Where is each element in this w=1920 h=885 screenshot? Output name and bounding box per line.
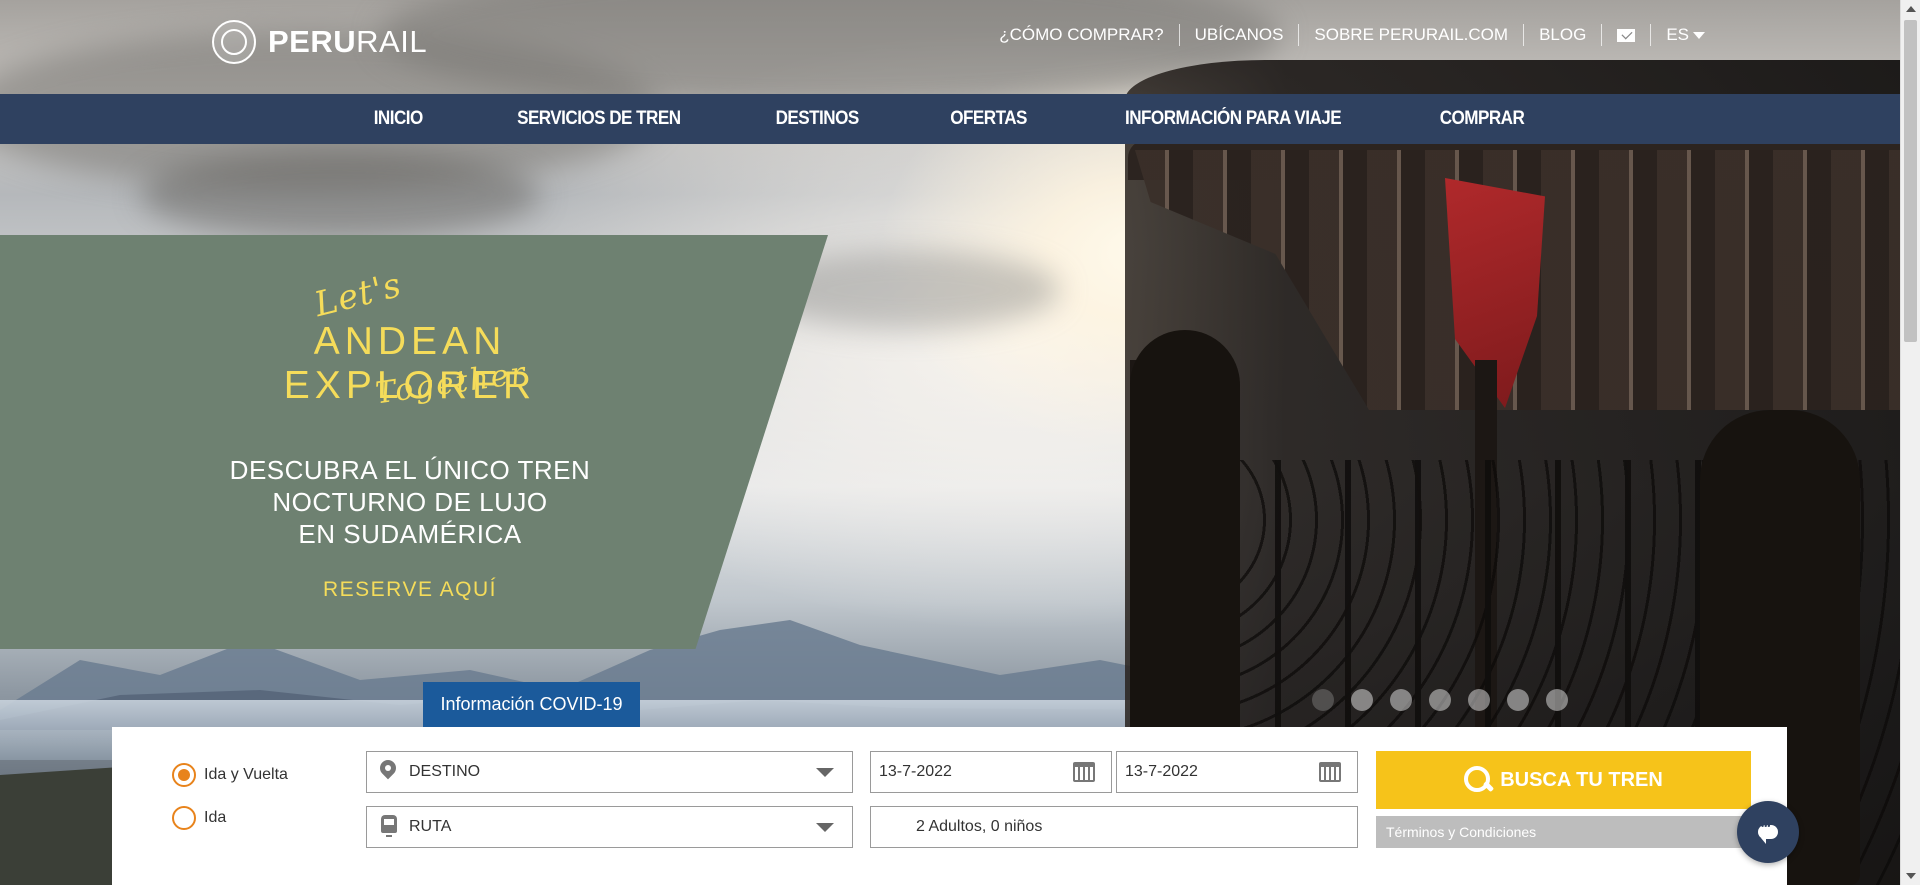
destination-select[interactable]: DESTINO xyxy=(366,751,853,793)
search-train-button[interactable]: BUSCA TU TREN xyxy=(1376,751,1751,809)
language-selector[interactable]: ES xyxy=(1651,25,1705,45)
chat-button[interactable] xyxy=(1737,801,1799,863)
logo-emblem-icon xyxy=(212,20,256,64)
nav-destinos[interactable]: DESTINOS xyxy=(739,108,896,130)
depart-date-field[interactable]: 13-7-2022 xyxy=(870,751,1112,793)
mail-link[interactable] xyxy=(1602,24,1652,46)
carousel-dot[interactable] xyxy=(1507,689,1529,711)
passengers-value: 2 Adultos, 0 niños xyxy=(916,818,1043,835)
promo-description: DESCUBRA EL ÚNICO TREN NOCTURNO DE LUJO … xyxy=(190,454,630,550)
nav-ofertas[interactable]: OFERTAS xyxy=(913,108,1063,130)
how-to-buy-link[interactable]: ¿CÓMO COMPRAR? xyxy=(984,24,1180,46)
train-icon xyxy=(379,815,399,839)
search-icon xyxy=(1464,766,1492,794)
chevron-down-icon xyxy=(816,767,834,777)
round-trip-label: Ida y Vuelta xyxy=(204,766,288,783)
carousel-dot[interactable] xyxy=(1351,689,1373,711)
promo-desc-line: DESCUBRA EL ÚNICO TREN xyxy=(229,455,591,485)
promo-desc-line: EN SUDAMÉRICA xyxy=(298,519,522,549)
mail-icon xyxy=(1617,28,1636,42)
one-way-label: Ida xyxy=(204,809,227,826)
chevron-down-icon xyxy=(1693,31,1705,39)
carousel-dots xyxy=(1312,689,1568,711)
trip-type-one-way[interactable]: Ida xyxy=(172,806,226,830)
route-select[interactable]: RUTA xyxy=(366,806,853,848)
promo-desc-line: NOCTURNO DE LUJO xyxy=(272,487,548,517)
top-links: ¿CÓMO COMPRAR? UBÍCANOS SOBRE PERURAIL.C… xyxy=(984,24,1705,46)
carousel-dot[interactable] xyxy=(1390,689,1412,711)
carousel-dot[interactable] xyxy=(1312,689,1334,711)
reserve-link[interactable]: RESERVE AQUÍ xyxy=(190,578,630,602)
scroll-down-arrow-icon[interactable] xyxy=(1906,873,1916,879)
nav-inicio[interactable]: INICIO xyxy=(337,108,460,130)
radio-checked[interactable] xyxy=(172,763,196,787)
radio-unchecked[interactable] xyxy=(172,806,196,830)
cloud xyxy=(140,150,540,240)
return-date-field[interactable]: 13-7-2022 xyxy=(1116,751,1358,793)
search-button-label: BUSCA TU TREN xyxy=(1500,768,1663,791)
about-link[interactable]: SOBRE PERURAIL.COM xyxy=(1299,24,1525,46)
calendar-icon[interactable] xyxy=(1073,762,1095,782)
carousel-dot[interactable] xyxy=(1468,689,1490,711)
calendar-icon[interactable] xyxy=(1319,762,1341,782)
logo-text: PERURAIL xyxy=(268,24,428,59)
main-navbar: INICIO SERVICIOS DE TREN DESTINOS OFERTA… xyxy=(0,94,1900,144)
trip-type-round-trip[interactable]: Ida y Vuelta xyxy=(172,763,288,787)
chat-bubble-icon xyxy=(1758,821,1778,844)
nav-servicios-de-tren[interactable]: SERVICIOS DE TREN xyxy=(480,108,717,130)
route-value: RUTA xyxy=(409,818,452,835)
nav-comprar[interactable]: COMPRAR xyxy=(1403,108,1561,130)
covid-info-tab[interactable]: Información COVID-19 xyxy=(423,682,640,727)
perurail-logo[interactable]: PERURAIL xyxy=(212,20,427,64)
carousel-dot[interactable] xyxy=(1546,689,1568,711)
language-label: ES xyxy=(1666,25,1689,44)
scroll-thumb[interactable] xyxy=(1904,20,1917,342)
scroll-up-arrow-icon[interactable] xyxy=(1906,6,1916,12)
passengers-field[interactable]: 2 Adultos, 0 niños xyxy=(870,806,1358,848)
terms-link[interactable]: Términos y Condiciones xyxy=(1376,816,1751,848)
carousel-dot[interactable] xyxy=(1429,689,1451,711)
return-date-value: 13-7-2022 xyxy=(1125,763,1198,780)
vertical-scrollbar[interactable] xyxy=(1900,0,1920,885)
nav-informacion-para-viaje[interactable]: INFORMACIÓN PARA VIAJE xyxy=(1088,108,1378,130)
chevron-down-icon xyxy=(816,822,834,832)
destination-value: DESTINO xyxy=(409,763,481,780)
depart-date-value: 13-7-2022 xyxy=(879,763,952,780)
locate-us-link[interactable]: UBÍCANOS xyxy=(1180,24,1300,46)
blog-link[interactable]: BLOG xyxy=(1524,24,1603,46)
location-pin-icon xyxy=(379,760,397,784)
